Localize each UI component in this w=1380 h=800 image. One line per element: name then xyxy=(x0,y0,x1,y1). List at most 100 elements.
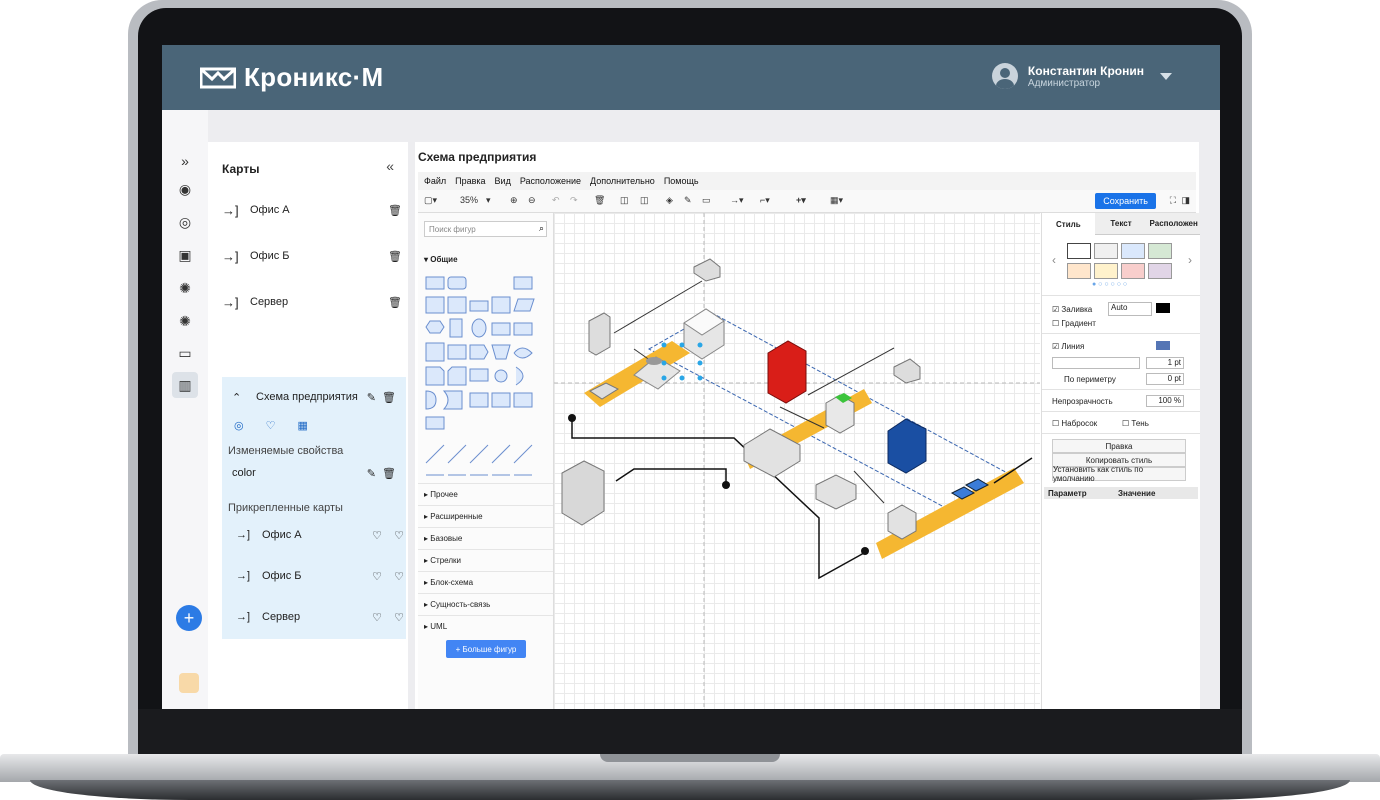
trash-icon[interactable]: 🗑 xyxy=(388,250,402,263)
page-view-icon[interactable]: ▢▾ xyxy=(424,195,437,206)
check-pin-icon[interactable]: ♡ xyxy=(372,611,382,624)
style-swatch[interactable] xyxy=(1148,243,1172,259)
mainframe-icon[interactable] xyxy=(887,504,917,540)
menu-file[interactable]: Файл xyxy=(424,176,446,186)
check-pin-icon[interactable]: ♡ xyxy=(372,570,382,583)
connector-dot[interactable] xyxy=(861,547,869,555)
add-pin-icon[interactable]: ♡ xyxy=(394,570,404,583)
waypoints-icon[interactable]: ⌐▾ xyxy=(760,195,770,206)
menu-edit[interactable]: Правка xyxy=(455,176,485,186)
table-icon[interactable]: ▦▾ xyxy=(830,195,843,206)
menu-help[interactable]: Помощь xyxy=(664,176,699,186)
profile-icon[interactable]: ◉ xyxy=(174,178,196,200)
map-item[interactable]: →] Сервер 🗑 xyxy=(222,287,408,317)
line-width-input[interactable]: 1 pt xyxy=(1146,357,1184,369)
menu-view[interactable]: Вид xyxy=(495,176,511,186)
style-swatch[interactable] xyxy=(1148,263,1172,279)
line-row[interactable]: ☑ Линия xyxy=(1052,342,1084,351)
user-menu[interactable]: Константин Кронин Администратор xyxy=(991,63,1172,89)
gradient-row[interactable]: ☐ Градиент xyxy=(1052,319,1096,328)
gear-icon[interactable]: ✺ xyxy=(174,277,196,299)
prop-row[interactable]: color ✎ 🗑 xyxy=(232,461,402,485)
line-color-swatch[interactable] xyxy=(1156,341,1170,350)
fill-color-swatch[interactable] xyxy=(1156,303,1170,313)
insert-icon[interactable]: +▾ xyxy=(796,195,806,206)
add-map-button[interactable]: + xyxy=(176,605,202,631)
trash-icon[interactable]: 🗑 xyxy=(388,296,402,309)
pencil-icon[interactable]: ✎ xyxy=(367,391,376,404)
storage-icon[interactable] xyxy=(815,474,857,510)
tab-text[interactable]: Текст xyxy=(1094,213,1148,235)
grid-icon[interactable]: ▦ xyxy=(297,419,307,432)
section-advanced[interactable]: ▸ Расширенные xyxy=(418,505,553,526)
pencil-icon[interactable]: ✎ xyxy=(367,467,376,480)
add-pin-icon[interactable]: ♡ xyxy=(394,529,404,542)
settings-icon[interactable]: ✺ xyxy=(174,310,196,332)
add-pin-icon[interactable]: ♡ xyxy=(394,611,404,624)
edit-style-button[interactable]: Правка xyxy=(1052,439,1186,453)
zoom-level[interactable]: 35% xyxy=(460,195,478,205)
tab-arrange[interactable]: Расположен xyxy=(1147,213,1201,235)
set-default-style-button[interactable]: Установить как стиль по умолчанию xyxy=(1052,465,1186,483)
save-button[interactable]: Сохранить xyxy=(1095,193,1156,209)
fill-row[interactable]: ☑ Заливка xyxy=(1052,305,1092,314)
expand-icon[interactable]: » xyxy=(174,150,196,172)
section-general[interactable]: ▾ Общие xyxy=(418,249,553,270)
switch-green-icon[interactable] xyxy=(825,393,855,434)
trash-icon[interactable]: 🗑 xyxy=(382,467,396,480)
map-item[interactable]: →] Офис Б 🗑 xyxy=(222,241,408,271)
chevron-down-icon[interactable] xyxy=(1160,72,1172,80)
to-front-icon[interactable]: ◫ xyxy=(620,195,629,206)
connector-dot[interactable] xyxy=(568,414,576,422)
badge-icon[interactable]: ▣ xyxy=(174,244,196,266)
check-pin-icon[interactable]: ♡ xyxy=(372,529,382,542)
building-icon[interactable] xyxy=(561,460,605,526)
trash-icon[interactable]: 🗑 xyxy=(382,391,396,404)
style-swatch[interactable] xyxy=(1094,243,1118,259)
zoom-out-icon[interactable]: ⊖ xyxy=(528,195,536,206)
connector-dot[interactable] xyxy=(722,481,730,489)
shadow-icon[interactable]: ▭ xyxy=(702,195,711,206)
fill-color-icon[interactable]: ◈ xyxy=(666,195,673,206)
connection-icon[interactable]: →▾ xyxy=(730,195,744,206)
fill-select[interactable]: Auto xyxy=(1108,302,1152,316)
style-swatch[interactable] xyxy=(1121,243,1145,259)
collapse-icon[interactable]: « xyxy=(386,158,394,174)
palette-icon[interactable]: ◎ xyxy=(234,419,244,432)
section-arrows[interactable]: ▸ Стрелки xyxy=(418,549,553,570)
perimeter-input[interactable]: 0 pt xyxy=(1146,373,1184,385)
brand-logo[interactable]: Кроникс·М xyxy=(200,62,383,93)
attached-item[interactable]: →] Офис А ♡ ♡ xyxy=(236,523,406,547)
user-badge-icon[interactable] xyxy=(179,673,199,693)
style-swatch[interactable] xyxy=(1067,263,1091,279)
map-icon[interactable]: ▥ xyxy=(172,372,198,398)
folder-icon[interactable]: ▭ xyxy=(174,342,196,364)
shape-search-input[interactable]: Поиск фигур xyxy=(424,221,547,237)
expanded-map-header[interactable]: ⌃ Схема предприятия ✎ 🗑 xyxy=(232,385,402,409)
menu-extras[interactable]: Дополнительно xyxy=(590,176,655,186)
opacity-input[interactable]: 100 % xyxy=(1146,395,1184,407)
panel-toggle-icon[interactable]: ◨ xyxy=(1181,195,1190,206)
more-shapes-button[interactable]: + Больше фигур xyxy=(446,640,526,658)
diagram-canvas[interactable] xyxy=(554,213,1040,709)
section-er[interactable]: ▸ Сущность-связь xyxy=(418,593,553,614)
section-other[interactable]: ▸ Прочее xyxy=(418,483,553,504)
database-icon[interactable] xyxy=(887,418,927,474)
redo-icon[interactable]: ↷ xyxy=(570,195,578,206)
delete-icon[interactable]: 🗑 xyxy=(594,195,605,206)
page-dots[interactable]: ● ○ ○ ○ ○ ○ xyxy=(1092,281,1127,288)
section-flowchart[interactable]: ▸ Блок-схема xyxy=(418,571,553,592)
firewall-icon[interactable] xyxy=(767,340,807,404)
style-swatch[interactable] xyxy=(1094,263,1118,279)
line-color-icon[interactable]: ✎ xyxy=(684,195,692,206)
attached-item[interactable]: →] Сервер ♡ ♡ xyxy=(236,605,406,629)
fullscreen-icon[interactable]: ⛶ xyxy=(1170,195,1176,206)
next-icon[interactable]: › xyxy=(1188,253,1192,267)
attached-item[interactable]: →] Офис Б ♡ ♡ xyxy=(236,564,406,588)
add-pin-icon[interactable]: ♡ xyxy=(266,419,276,432)
chevron-up-icon[interactable]: ⌃ xyxy=(232,391,256,404)
section-basic[interactable]: ▸ Базовые xyxy=(418,527,553,548)
tab-style[interactable]: Стиль xyxy=(1042,213,1095,235)
style-swatch[interactable] xyxy=(1121,263,1145,279)
line-style-select[interactable] xyxy=(1052,357,1140,369)
